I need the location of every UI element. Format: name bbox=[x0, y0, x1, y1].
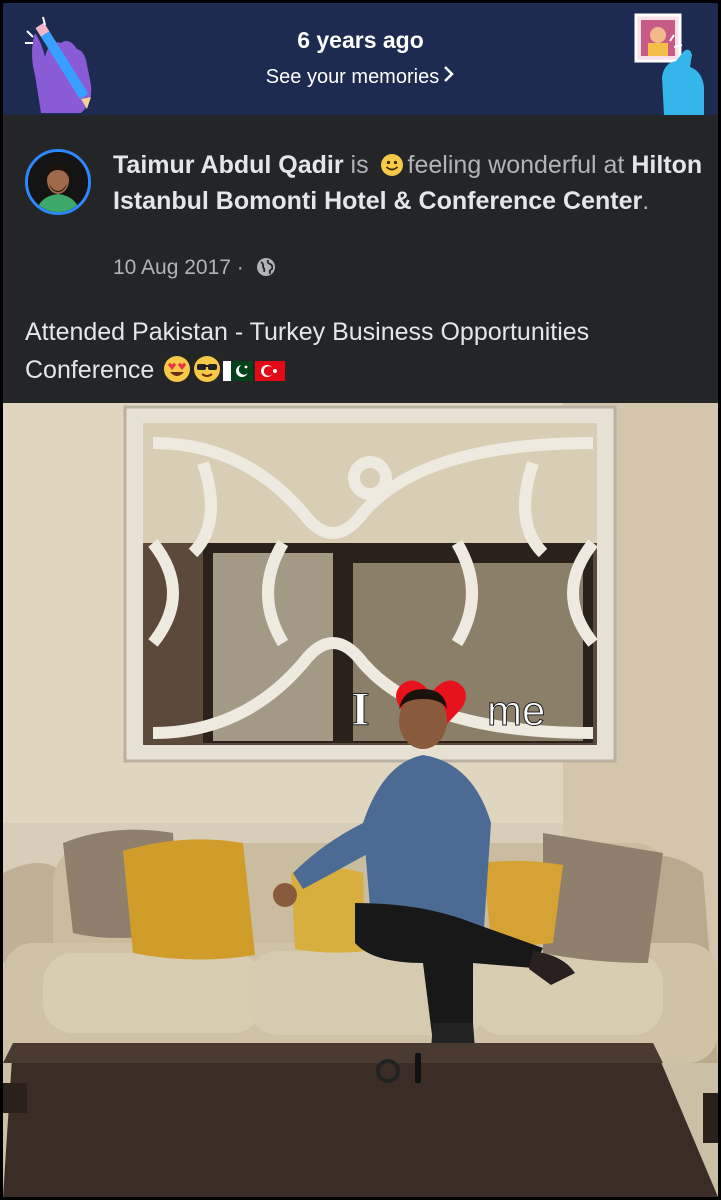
chevron-right-icon bbox=[444, 66, 454, 82]
feeling-text: feeling wonderful bbox=[407, 151, 597, 179]
globe-icon[interactable] bbox=[256, 257, 276, 277]
see-memories-link[interactable]: See your memories bbox=[3, 65, 718, 89]
see-memories-label: See your memories bbox=[265, 66, 440, 88]
post-caption: Attended Pakistan - Turkey Business Oppo… bbox=[25, 313, 705, 389]
heart-eyes-emoji-icon bbox=[164, 356, 191, 382]
memories-banner[interactable]: 6 years ago See your memories bbox=[3, 3, 718, 116]
post-date[interactable]: 10 Aug 2017 bbox=[113, 256, 231, 279]
meta-separator: · bbox=[236, 256, 244, 279]
memories-time-ago: 6 years ago bbox=[297, 27, 424, 53]
turkey-flag-icon bbox=[255, 361, 286, 381]
overlay-i-text: I bbox=[351, 683, 370, 736]
post-header: Taimur Abdul Qadir is feeling wonderful … bbox=[3, 115, 718, 405]
connector-is: is bbox=[350, 151, 369, 179]
smiley-emoji-icon bbox=[380, 154, 403, 176]
post-meta: 10 Aug 2017 · bbox=[113, 256, 276, 280]
caption-text: Attended Pakistan - Turkey Business Oppo… bbox=[25, 318, 590, 384]
author-photo-icon bbox=[28, 152, 88, 212]
hand-photo-illustration-icon bbox=[634, 13, 704, 115]
pakistan-flag-icon bbox=[223, 361, 254, 381]
sunglasses-emoji-icon bbox=[194, 356, 221, 382]
memory-card: 6 years ago See your memories Taimur Abd… bbox=[3, 3, 718, 1197]
post-photo[interactable]: I me bbox=[3, 403, 718, 1197]
post-header-text: Taimur Abdul Qadir is feeling wonderful … bbox=[113, 151, 703, 215]
connector-at: at bbox=[603, 151, 625, 179]
overlay-me-text: me bbox=[487, 687, 545, 734]
author-avatar[interactable] bbox=[25, 149, 91, 215]
author-name[interactable]: Taimur Abdul Qadir bbox=[113, 151, 344, 179]
